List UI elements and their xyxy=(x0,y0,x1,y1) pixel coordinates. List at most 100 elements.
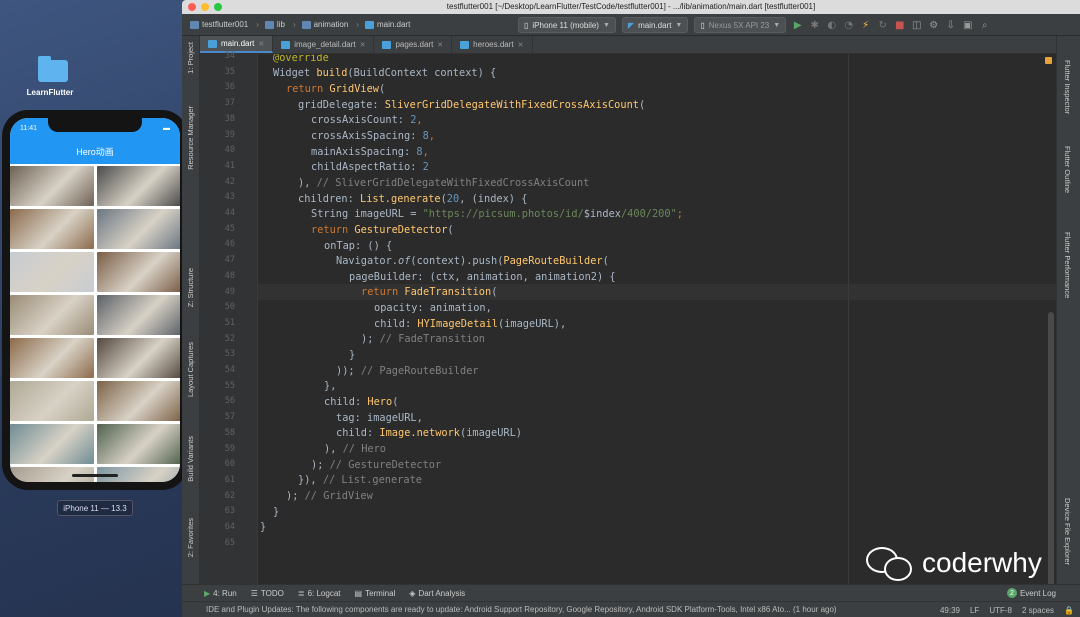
code-line-59: ), // Hero xyxy=(324,443,387,455)
code-line-39: crossAxisSpacing: 8, xyxy=(311,130,435,142)
line-number: 38 xyxy=(224,113,235,124)
grid-image-tile[interactable] xyxy=(97,295,180,335)
tool-logcat[interactable]: ≣ 6: Logcat xyxy=(298,589,341,598)
debug-icon[interactable]: ✱ xyxy=(809,20,820,31)
close-icon[interactable]: ✕ xyxy=(437,41,443,49)
tool-layout-captures[interactable]: Layout Captures xyxy=(186,342,195,397)
grid-image-tile[interactable] xyxy=(97,252,180,292)
minimize-window-button[interactable] xyxy=(201,3,209,11)
close-icon[interactable]: ✕ xyxy=(360,41,366,49)
tab-image-detail-dart[interactable]: image_detail.dart ✕ xyxy=(273,36,375,53)
grid-image-tile[interactable] xyxy=(10,338,94,378)
event-count-badge: 2 xyxy=(1006,588,1017,598)
run-icon: ▶ xyxy=(204,588,211,598)
grid-image-tile[interactable] xyxy=(10,295,94,335)
grid-image-tile[interactable] xyxy=(97,209,180,249)
tool-event-log[interactable]: 2 Event Log xyxy=(1006,588,1056,598)
tool-project[interactable]: 1: Project xyxy=(186,42,195,74)
emulator-selector[interactable]: ▯ Nexus 5X API 23 ▼ xyxy=(694,17,787,33)
avd-manager-icon[interactable]: ▣ xyxy=(962,20,973,31)
device-selector[interactable]: ▯ iPhone 11 (mobile) ▼ xyxy=(518,17,616,33)
emulator-label: Nexus 5X API 23 xyxy=(708,20,770,30)
tool-flutter-performance[interactable]: Flutter Performance xyxy=(1063,232,1072,298)
code-line-48: pageBuilder: (ctx, animation, animation2… xyxy=(349,271,616,283)
tab-label: main.dart xyxy=(221,39,255,48)
line-number: 58 xyxy=(224,427,235,438)
coverage-icon[interactable]: ◐ xyxy=(826,20,837,31)
learnflutter-folder[interactable]: LearnFlutter xyxy=(26,56,80,97)
tab-label: image_detail.dart xyxy=(294,40,356,49)
tool-flutter-inspector[interactable]: Flutter Inspector xyxy=(1063,60,1072,114)
tool-flutter-outline[interactable]: Flutter Outline xyxy=(1063,146,1072,193)
caret-position[interactable]: 49:39 xyxy=(940,606,960,615)
tool-build-variants[interactable]: Build Variants xyxy=(186,436,195,482)
zoom-window-button[interactable] xyxy=(214,3,222,11)
run-config-selector[interactable]: ◤ main.dart ▼ xyxy=(621,17,689,33)
code-line-54: )); // PageRouteBuilder xyxy=(336,365,479,377)
line-separator[interactable]: LF xyxy=(970,606,979,615)
grid-image-tile[interactable] xyxy=(10,166,94,206)
breadcrumb-animation[interactable]: animation xyxy=(301,20,348,29)
flutter-icon: ◤ xyxy=(627,20,635,30)
settings-icon[interactable]: ⚙ xyxy=(928,20,939,31)
line-number-gutter: 34 35 36 37 38 39 40 41 42 43 44 45 46 47 48 49 50 51 52 53… xyxy=(200,51,258,584)
tool-device-file-explorer[interactable]: Device File Explorer xyxy=(1063,498,1072,565)
close-icon[interactable]: ✕ xyxy=(518,41,524,49)
app-bar-title: Hero动画 xyxy=(76,146,114,157)
simulator-screen: 11:41 ▬ Hero动画 xyxy=(10,118,180,482)
breadcrumb-label: lib xyxy=(276,20,285,29)
line-number: 60 xyxy=(224,459,235,470)
breadcrumb-project[interactable]: testflutter001 xyxy=(190,20,248,29)
tool-label: TODO xyxy=(260,588,284,598)
grid-image-tile[interactable] xyxy=(97,166,180,206)
run-icon[interactable]: ▶ xyxy=(792,20,803,31)
home-indicator[interactable] xyxy=(72,474,118,477)
tool-todo[interactable]: ☰ TODO xyxy=(251,589,284,598)
indent-setting[interactable]: 2 spaces xyxy=(1022,606,1054,615)
profile-icon[interactable]: ◔ xyxy=(843,20,854,31)
code-line-53: } xyxy=(349,349,356,361)
sdk-manager-icon[interactable]: ⇩ xyxy=(945,20,956,31)
tool-favorites[interactable]: 2: Favorites xyxy=(186,518,195,557)
grid-image-tile[interactable] xyxy=(10,424,94,464)
open-devtools-icon[interactable]: ◫ xyxy=(911,20,922,31)
tool-resource-manager[interactable]: Resource Manager xyxy=(186,106,195,170)
folder-icon xyxy=(301,20,311,29)
tool-terminal[interactable]: ▤ Terminal xyxy=(355,589,396,598)
battery-icon: ▬ xyxy=(163,124,170,132)
grid-image-tile[interactable] xyxy=(97,424,180,464)
breadcrumb-lib[interactable]: lib xyxy=(264,20,285,29)
chevron-down-icon: ▼ xyxy=(773,21,781,29)
tool-structure[interactable]: Z: Structure xyxy=(186,268,195,307)
close-icon[interactable]: ✕ xyxy=(258,40,264,48)
vertical-scrollbar[interactable] xyxy=(1048,312,1054,584)
grid-image-tile[interactable] xyxy=(10,209,94,249)
grid-image-tile[interactable] xyxy=(97,338,180,378)
tool-run[interactable]: ▶ 4: Run xyxy=(204,589,237,598)
code-editor[interactable]: @override Widget build(BuildContext cont… xyxy=(258,54,1056,584)
hot-reload-icon[interactable]: ⚡ xyxy=(860,20,871,31)
hot-restart-icon[interactable]: ↻ xyxy=(877,20,888,31)
tool-dart-analysis[interactable]: ◈ Dart Analysis xyxy=(409,589,465,598)
ide-window: testflutter001 [~/Desktop/LearnFlutter/T… xyxy=(182,0,1080,617)
search-icon[interactable]: ⌕ xyxy=(979,20,990,31)
tool-label: 6: Logcat xyxy=(307,588,341,598)
grid-image-tile[interactable] xyxy=(10,381,94,421)
line-number: 44 xyxy=(224,208,235,218)
breadcrumb-file[interactable]: main.dart xyxy=(364,20,410,29)
left-tool-strip: 1: Project Resource Manager Z: Structure… xyxy=(182,36,200,584)
tab-pages-dart[interactable]: pages.dart ✕ xyxy=(374,36,453,53)
status-message[interactable]: IDE and Plugin Updates: The following co… xyxy=(206,605,837,614)
line-number: 56 xyxy=(224,396,235,407)
dart-analysis-icon: ◈ xyxy=(409,588,416,598)
warning-indicator-icon[interactable] xyxy=(1045,57,1052,64)
grid-image-tile[interactable] xyxy=(97,381,180,421)
code-line-40: mainAxisSpacing: 8, xyxy=(311,146,429,158)
bottom-tool-bar: ▶ 4: Run ☰ TODO ≣ 6: Logcat ▤ Terminal ◈ Dart… xyxy=(182,584,1080,601)
tab-heroes-dart[interactable]: heroes.dart ✕ xyxy=(452,36,533,53)
lock-icon[interactable]: 🔒 xyxy=(1064,606,1074,615)
close-window-button[interactable] xyxy=(188,3,196,11)
stop-icon[interactable]: ■ xyxy=(894,20,905,31)
grid-image-tile[interactable] xyxy=(10,252,94,292)
file-encoding[interactable]: UTF-8 xyxy=(989,606,1012,615)
